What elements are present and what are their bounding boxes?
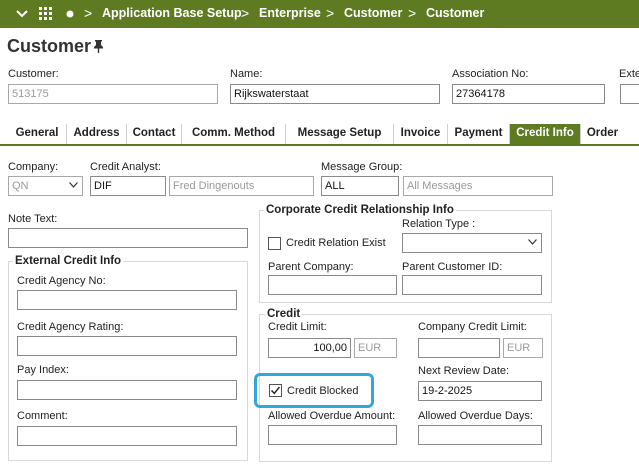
credit-agency-rating-field[interactable] [17,336,237,356]
breadcrumb-enterprise[interactable]: Enterprise [259,6,321,20]
credit-relation-exist-label: Credit Relation Exist [286,237,386,249]
association-no-label: Association No: [452,68,529,80]
pay-index-field[interactable] [17,380,237,400]
credit-limit-label: Credit Limit: [268,321,327,333]
comment-label: Comment: [17,410,68,422]
chevron-down-icon[interactable] [14,6,30,22]
customer-field[interactable]: 513175 [8,84,218,104]
allowed-overdue-amount-field[interactable] [268,425,397,445]
company-credit-limit-label: Company Credit Limit: [418,321,527,333]
customer-label: Customer: [8,68,59,80]
name-label: Name: [230,68,263,80]
chevron-down-icon [69,180,78,191]
pin-icon[interactable] [93,40,104,56]
external-credit-info-title: External Credit Info [13,255,124,267]
credit-analyst-field[interactable]: DIF [90,176,166,196]
credit-relation-exist-checkbox[interactable] [268,237,281,250]
tab-comm-method[interactable]: Comm. Method [181,124,285,144]
tab-contact[interactable]: Contact [126,124,181,144]
top-navigation-bar: > Application Base Setup > Enterprise > … [0,0,639,28]
allowed-overdue-days-field[interactable] [418,425,542,445]
name-field[interactable]: Rijkswaterstaat [230,84,440,104]
credit-analyst-name-field: Fred Dingenouts [169,176,314,196]
comment-field[interactable] [17,426,237,446]
parent-customer-id-label: Parent Customer ID: [402,261,503,273]
tab-order[interactable]: Order [580,124,624,144]
note-text-field[interactable] [8,228,248,248]
parent-company-label: Parent Company: [268,261,354,273]
message-group-description-field: All Messages [403,176,553,196]
breadcrumb-customer[interactable]: Customer [344,6,402,20]
tab-general[interactable]: General [8,124,66,144]
extra-field[interactable] [620,84,639,104]
credit-agency-no-label: Credit Agency No: [17,275,106,287]
association-no-field[interactable]: 27364178 [452,84,605,104]
allowed-overdue-days-label: Allowed Overdue Days: [418,410,533,422]
parent-customer-id-field[interactable] [402,275,542,295]
company-credit-limit-field[interactable] [418,338,500,358]
tab-invoice[interactable]: Invoice [393,124,447,144]
credit-blocked-highlight [254,373,374,408]
grid-menu-icon[interactable] [38,6,54,22]
credit-agency-no-field[interactable] [17,290,237,310]
company-select[interactable]: QN [8,176,83,196]
allowed-overdue-amount-label: Allowed Overdue Amount: [268,410,396,422]
tab-payment[interactable]: Payment [447,124,509,144]
company-credit-limit-currency-field: EUR [503,338,543,358]
tab-message-setup[interactable]: Message Setup [285,124,393,144]
credit-limit-currency-field: EUR [354,338,397,358]
credit-agency-rating-label: Credit Agency Rating: [17,321,124,333]
breadcrumb-application-base-setup[interactable]: Application Base Setup [102,6,242,20]
next-review-date-field[interactable]: 19-2-2025 [418,381,542,401]
message-group-field[interactable]: ALL [321,176,399,196]
tab-bar: General Address Contact Comm. Method Mes… [0,124,639,146]
pay-index-label: Pay Index: [17,364,69,376]
breadcrumb-current: Customer [426,6,485,20]
tab-address[interactable]: Address [66,124,126,144]
breadcrumb-separator-icon: > [241,5,250,21]
credit-analyst-label: Credit Analyst: [90,161,161,173]
breadcrumb-separator-icon: > [408,5,417,21]
note-text-label: Note Text: [8,213,58,225]
extra-field-label: Exte [619,68,639,80]
breadcrumb-separator-icon: > [326,5,335,21]
relation-type-label: Relation Type : [402,218,476,230]
company-label: Company: [8,161,59,173]
page-title: Customer [7,36,92,56]
relation-type-select[interactable] [402,233,542,253]
company-value: QN [12,180,29,192]
corporate-credit-relationship-title: Corporate Credit Relationship Info [264,204,456,216]
message-group-label: Message Group: [321,161,403,173]
credit-limit-field[interactable]: 100,00 [268,338,351,358]
credit-title: Credit [265,308,303,320]
chevron-down-icon [528,237,537,248]
dot-icon[interactable] [62,6,78,22]
next-review-date-label: Next Review Date: [418,365,510,377]
breadcrumb-separator-icon: > [84,5,93,21]
tab-credit-info[interactable]: Credit Info [509,124,580,144]
parent-company-field[interactable] [268,275,397,295]
